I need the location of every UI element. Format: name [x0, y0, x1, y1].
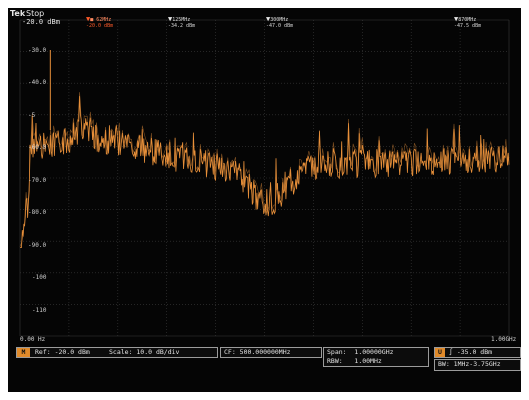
- brand-logo: Tek: [10, 9, 26, 18]
- trigger-source-badge-icon: U: [435, 348, 445, 357]
- reference-level-label: -20.0 dBm: [22, 18, 60, 26]
- rbw-label: RBW:: [327, 357, 343, 365]
- graticule: [19, 19, 510, 337]
- y-tick-label: -30.0: [28, 47, 47, 54]
- marker-1[interactable]: ▼■ 62MHz -20.0 dBm: [86, 16, 114, 30]
- span-row: Span: 1.00000GHz: [327, 348, 394, 357]
- y-tick-label: -100: [32, 274, 47, 281]
- screenshot-frame: Tek Stop -20.0 dBm ▼■ 62MHz -20.0 dBm ▼1…: [0, 0, 529, 400]
- x-axis-end-label: 1.00GHz: [491, 336, 517, 343]
- marker-value: -47.5 dBm: [454, 23, 482, 29]
- bandwidth-readout[interactable]: BW: 1MHz-3.75GHz: [434, 359, 521, 371]
- center-frequency-readout[interactable]: CF: 500.000000MHz: [220, 347, 322, 358]
- trigger-level-value: ∫ -35.0 dBm: [449, 348, 493, 356]
- scale-readout: Scale: 10.0 dB/div: [109, 348, 180, 356]
- center-frequency-value: CF: 500.000000MHz: [224, 348, 291, 356]
- y-tick-label: -5: [28, 112, 36, 119]
- status-bar: Tek Stop -20.0 dBm: [8, 8, 521, 30]
- y-tick-label: -70.0: [28, 177, 47, 184]
- x-axis-start-label: 0.00 Hz: [20, 336, 46, 343]
- spectrum-plot: [19, 19, 510, 337]
- marker-2[interactable]: ▼125MHz -34.2 dBm: [168, 16, 196, 30]
- marker-value: -20.0 dBm: [86, 23, 114, 29]
- bandwidth-value: BW: 1MHz-3.75GHz: [438, 360, 501, 368]
- spectrum-trace-peaks: [19, 92, 510, 247]
- y-tick-label: -80.0: [28, 209, 47, 216]
- y-tick-label: -90.0: [28, 242, 47, 249]
- marker-3[interactable]: ▼300MHz -47.0 dBm: [266, 16, 294, 30]
- span-label: Span:: [327, 348, 347, 356]
- marker-value: -34.2 dBm: [168, 23, 196, 29]
- span-value: 1.00000GHz: [354, 348, 394, 356]
- trigger-readout[interactable]: U ∫ -35.0 dBm: [434, 347, 521, 358]
- y-tick-label: -60.0: [28, 144, 47, 151]
- marker-4[interactable]: ▼870MHz -47.5 dBm: [454, 16, 482, 30]
- run-status[interactable]: Stop: [26, 9, 44, 18]
- rbw-row: RBW: 1.00MHz: [327, 357, 382, 366]
- span-readout[interactable]: Span: 1.00000GHz RBW: 1.00MHz: [323, 347, 429, 367]
- oscilloscope-display: Tek Stop -20.0 dBm ▼■ 62MHz -20.0 dBm ▼1…: [8, 8, 521, 392]
- reference-readout[interactable]: M Ref: -20.0 dBm Scale: 10.0 dB/div: [16, 347, 218, 358]
- y-tick-label: -110: [32, 307, 47, 314]
- y-tick-label: -40.0: [28, 79, 47, 86]
- marker-value: -47.0 dBm: [266, 23, 294, 29]
- math-badge-icon: M: [17, 348, 30, 357]
- rbw-value: 1.00MHz: [354, 357, 382, 365]
- ref-level-readout: Ref: -20.0 dBm: [35, 348, 90, 356]
